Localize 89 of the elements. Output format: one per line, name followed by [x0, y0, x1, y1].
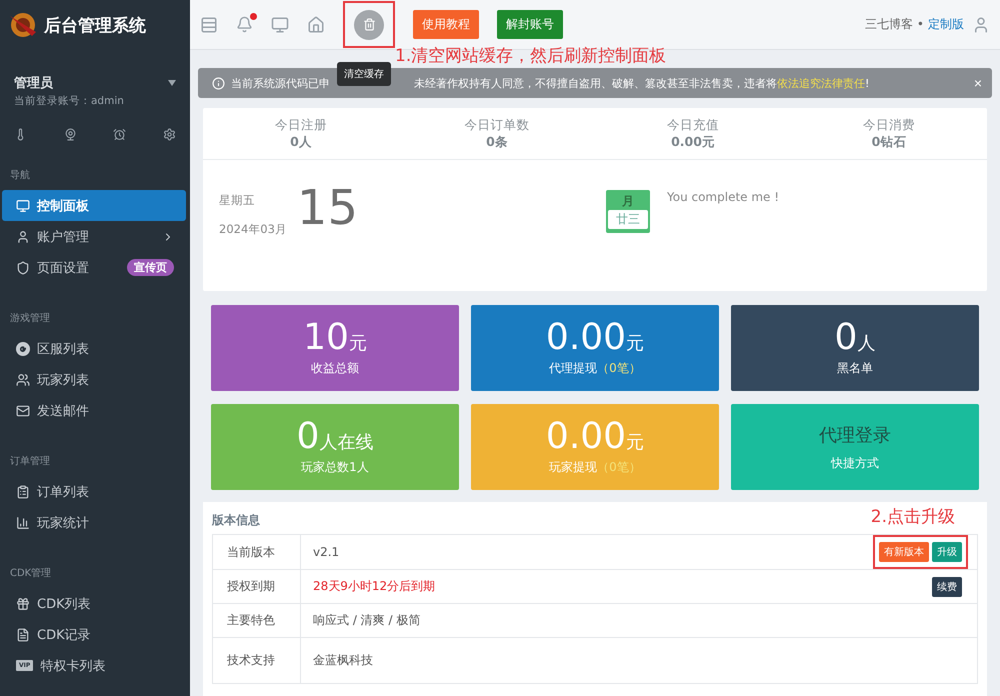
webcam-icon[interactable]	[64, 128, 77, 141]
stat-label: 今日订单数	[464, 116, 530, 134]
tile-label: 黑名单	[837, 360, 873, 376]
tile-value: 0人	[834, 320, 876, 356]
stat-label: 今日注册	[275, 116, 327, 134]
user-name: 管理员	[14, 75, 54, 92]
clear-cache-button[interactable]	[354, 10, 384, 40]
nav-item[interactable]: 页面设置 宣传页	[2, 252, 186, 283]
stat-value: 0钻石	[872, 134, 906, 150]
quote-text: You complete me !	[666, 190, 780, 206]
annotation-frame	[343, 1, 395, 48]
user-icon[interactable]	[972, 16, 990, 34]
nav-icon	[16, 372, 30, 386]
table-cell: 当前版本	[213, 535, 301, 569]
site-name: 三七博客 •	[865, 16, 924, 33]
tile-label: 玩家提现（0笔）	[549, 458, 641, 476]
table-cell: 主要特色	[213, 604, 301, 637]
nav-icon	[16, 484, 30, 498]
nav-item[interactable]: 发送邮件	[2, 395, 186, 426]
table-cell: 授权到期	[213, 570, 301, 603]
tile-value: 0.00元	[546, 418, 644, 454]
stat-value: 0条	[486, 134, 508, 150]
table-cell: v2.1	[313, 545, 340, 559]
app-title: 后台管理系统	[44, 14, 146, 36]
tile-value: 0.00元	[546, 320, 644, 356]
day-number: 15	[296, 184, 358, 238]
home-icon[interactable]	[307, 16, 325, 34]
tooltip: 清空缓存	[337, 62, 391, 86]
table-cell: 技术支持	[213, 638, 301, 683]
caret-icon[interactable]	[168, 80, 176, 86]
notice-text: 当前系统源代码已申	[231, 76, 330, 90]
nav-item[interactable]: 订单列表	[2, 476, 186, 507]
table-cell: 28天9小时12分后到期	[313, 578, 436, 595]
nav-heading: 订单管理	[9, 454, 51, 468]
month-text: 2024年03月	[219, 222, 287, 237]
version-action-button[interactable]: 续费	[932, 576, 962, 596]
nav-icon	[16, 628, 30, 642]
notice-text: 未经著作权持有人同意，不得擅自盗用、破解、篡改甚至非法售卖，违者将依法追究法律责任!	[414, 76, 870, 90]
weekday-text: 星期五	[219, 193, 256, 208]
menu-icon[interactable]	[200, 16, 218, 34]
tile-value: 10元	[303, 320, 367, 356]
g-circle-icon	[16, 342, 30, 356]
lunar-calendar: 月 廿三	[606, 190, 650, 233]
settings-icon[interactable]	[162, 128, 176, 141]
stat-tile[interactable]: 代理登录 快捷方式	[731, 404, 979, 490]
stat-value: 0人	[290, 134, 312, 150]
toolbar-button[interactable]: 解封账号	[497, 10, 563, 39]
nav-item[interactable]: 玩家列表	[2, 364, 186, 395]
nav-item[interactable]: CDK记录	[2, 619, 186, 650]
nav-item[interactable]: 区服列表	[2, 333, 186, 364]
nav-item[interactable]: 控制面板	[2, 190, 186, 221]
annotation-text: 2.点击升级	[870, 506, 955, 528]
nav-heading: 游戏管理	[9, 312, 51, 325]
nav-item[interactable]: 账户管理	[2, 221, 186, 252]
account-label: 当前登录账号：admin	[14, 94, 124, 108]
nav-icon	[16, 198, 30, 212]
stat-label: 今日消费	[863, 116, 915, 134]
trash-icon	[362, 18, 376, 31]
tile-value: 0人在线	[296, 418, 374, 454]
stat-value: 0.00元	[671, 134, 715, 150]
nav-icon	[16, 596, 30, 610]
panel-title: 版本信息	[212, 512, 260, 529]
bell-icon[interactable]	[236, 16, 253, 33]
tile-label: 收益总额	[311, 360, 359, 376]
alarm-clock-icon[interactable]	[113, 128, 126, 141]
tile-label: 玩家总数1人	[301, 458, 369, 476]
table-cell: 响应式 / 清爽 / 极简	[313, 612, 420, 629]
nav-heading: CDK管理	[9, 567, 52, 580]
nav-item[interactable]: 玩家统计	[2, 507, 186, 538]
stat-tile[interactable]: 0人 黑名单	[731, 305, 979, 391]
stat-label: 今日充值	[667, 116, 719, 134]
monitor-icon[interactable]	[271, 16, 289, 34]
nav-icon	[16, 516, 30, 530]
tile-label: 代理提现（0笔）	[549, 360, 641, 376]
tile-title: 代理登录	[819, 424, 891, 446]
table-cell: 金蓝枫科技	[313, 652, 373, 669]
stat-tile[interactable]: 10元 收益总额	[211, 305, 459, 391]
nav-item[interactable]: CDK列表	[2, 588, 186, 619]
nav-heading: 导航	[9, 168, 31, 182]
tile-label: 快捷方式	[831, 454, 879, 472]
info-icon	[212, 76, 225, 90]
nav-icon	[16, 230, 30, 244]
nav-badge: 宣传页	[127, 259, 174, 276]
nav-icon	[16, 404, 30, 418]
stat-tile[interactable]: 0.00元 代理提现（0笔）	[471, 305, 719, 391]
annotation-text: 1.清空网站缓存，然后刷新控制面板	[395, 45, 666, 67]
edition-link[interactable]: 定制版	[928, 16, 964, 33]
nav-icon	[16, 260, 30, 274]
logo-icon	[8, 10, 38, 40]
